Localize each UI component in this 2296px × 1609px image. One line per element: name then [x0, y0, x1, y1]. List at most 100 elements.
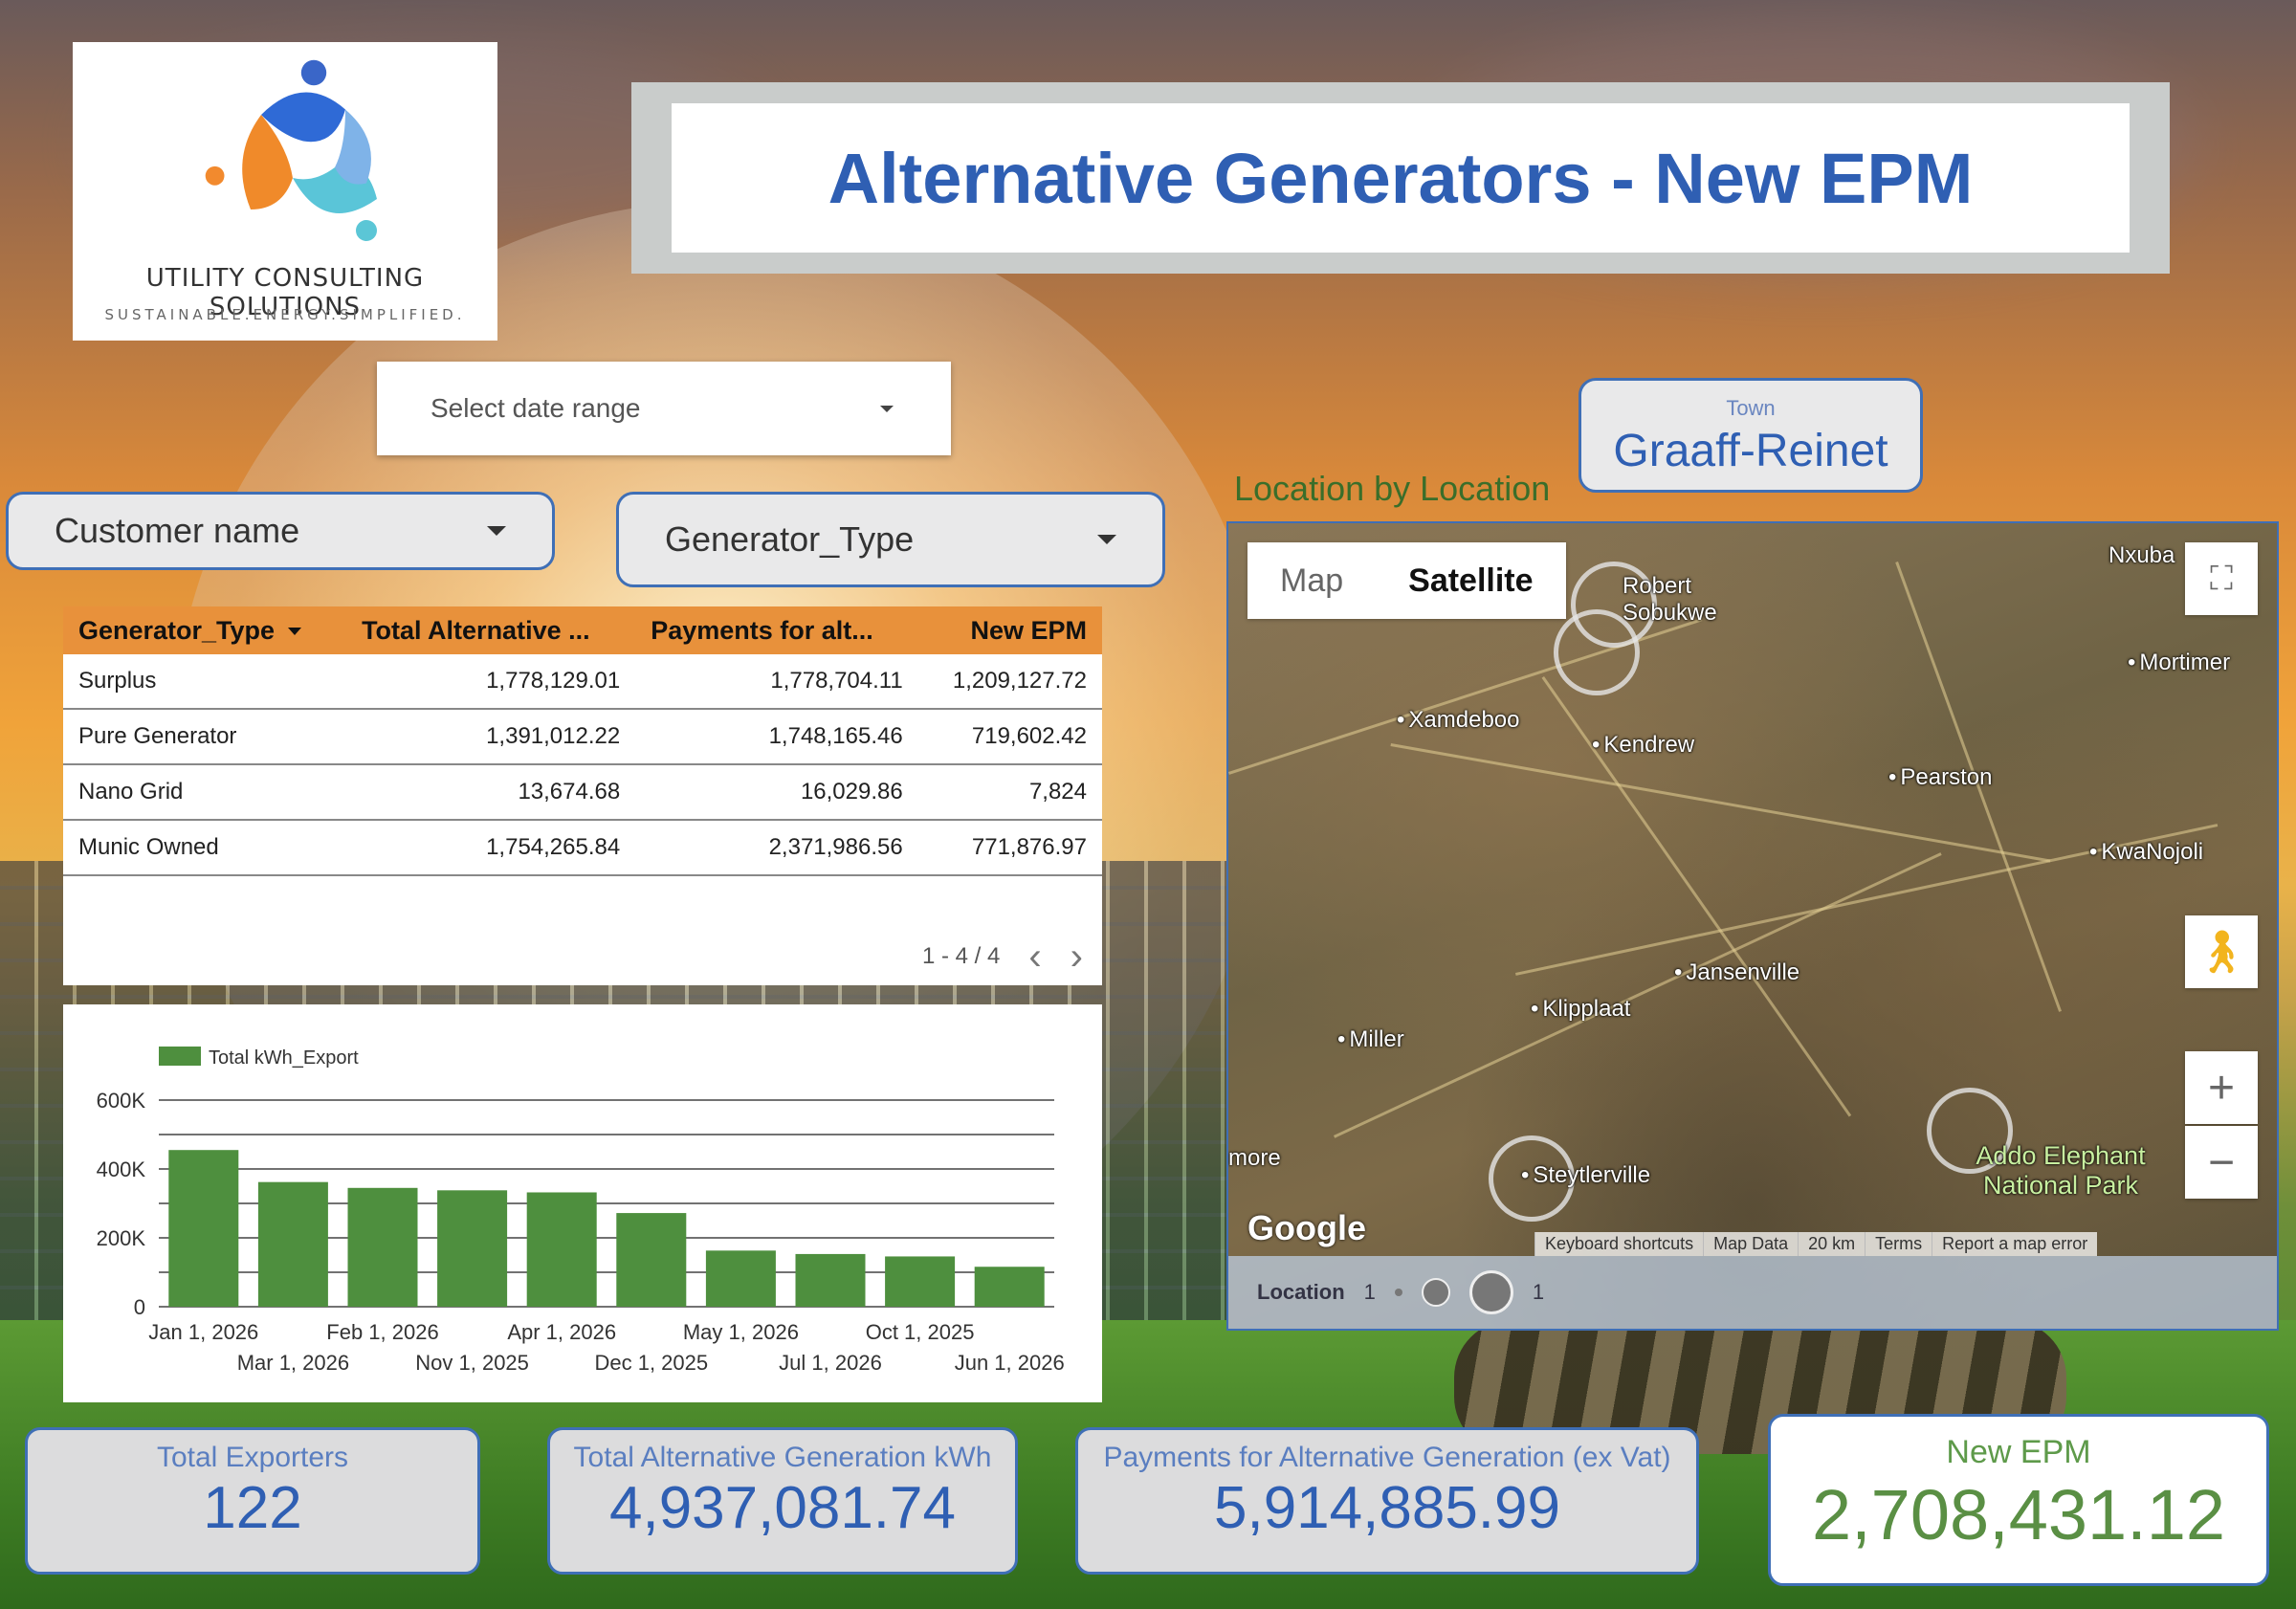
- table-cell: Munic Owned: [63, 820, 347, 876]
- map-title: Location by Location: [1234, 469, 1551, 508]
- customer-name-filter[interactable]: Customer name: [6, 492, 555, 570]
- company-tagline: SUSTAINABLE.ENERGY.SIMPLIFIED.: [104, 306, 466, 323]
- map-mode-button[interactable]: Map: [1247, 542, 1377, 619]
- map-road: [1390, 743, 2051, 863]
- title-frame: Alternative Generators - New EPM: [631, 82, 2170, 274]
- table-cell: 1,391,012.22: [346, 709, 636, 765]
- fullscreen-icon[interactable]: ⛶: [2185, 542, 2258, 615]
- report-map-error-link[interactable]: Report a map error: [1932, 1232, 2097, 1256]
- table-cell: 13,674.68: [346, 764, 636, 821]
- kpi-value: 4,937,081.74: [608, 1475, 956, 1541]
- date-range-label: Select date range: [430, 393, 641, 423]
- legend-large-dot-icon: [1468, 1270, 1513, 1314]
- bar: [616, 1213, 687, 1307]
- column-header-payments[interactable]: Payments for alt...: [635, 606, 918, 654]
- table-cell: Pure Generator: [63, 709, 347, 765]
- x-tick-label: Dec 1, 2025: [594, 1351, 708, 1375]
- map-data-link[interactable]: Map Data: [1703, 1232, 1798, 1256]
- table-cell: 771,876.97: [917, 820, 1102, 876]
- legend-min: 1: [1363, 1280, 1376, 1304]
- bar: [437, 1190, 508, 1307]
- table-cell: 1,748,165.46: [635, 709, 918, 765]
- legend-swatch: [159, 1047, 201, 1066]
- date-range-picker[interactable]: Select date range: [377, 362, 951, 455]
- table-row[interactable]: Pure Generator 1,391,012.22 1,748,165.46…: [63, 709, 1102, 765]
- legend-label: Total kWh_Export: [209, 1047, 359, 1069]
- legend-max: 1: [1532, 1280, 1545, 1304]
- column-header-new-epm[interactable]: New EPM: [918, 606, 1102, 654]
- map-place-label: more: [1228, 1145, 1281, 1171]
- legend-label: Location: [1257, 1280, 1345, 1304]
- table-cell: 16,029.86: [635, 764, 918, 821]
- new-epm-scorecard: New EPM 2,708,431.12: [1768, 1414, 2269, 1586]
- generator-type-table: Generator_Type Total Alternative ... Pay…: [63, 606, 1102, 985]
- chevron-right-icon[interactable]: ›: [1071, 937, 1083, 976]
- table-row[interactable]: Nano Grid 13,674.68 16,029.86 7,824: [63, 764, 1102, 821]
- legend-small-dot-icon: [1394, 1289, 1402, 1296]
- table-row[interactable]: Surplus 1,778,129.01 1,778,704.11 1,209,…: [63, 654, 1102, 710]
- map-place-label: Kendrew: [1592, 732, 1694, 759]
- kwh-export-chart: Total kWh_Export 0 200K 400K 600K Jan 1, 2026…: [63, 1004, 1102, 1402]
- company-logo-card: UTILITY CONSULTING SOLUTIONS SUSTAINABLE…: [73, 42, 497, 341]
- x-tick-label: Jan 1, 2026: [148, 1320, 258, 1344]
- map-place-label: Addo Elephant National Park: [1976, 1141, 2146, 1200]
- table-row[interactable]: Munic Owned 1,754,265.84 2,371,986.56 77…: [63, 820, 1102, 876]
- kpi-value: 2,708,431.12: [1811, 1475, 2226, 1554]
- y-tick-label: 0: [134, 1295, 145, 1319]
- x-tick-label: Jun 1, 2026: [955, 1351, 1065, 1375]
- keyboard-shortcuts-link[interactable]: Keyboard shortcuts: [1534, 1232, 1703, 1256]
- kpi-label: Payments for Alternative Generation (ex …: [1103, 1442, 1671, 1473]
- zoom-in-icon[interactable]: +: [2185, 1051, 2258, 1124]
- table-cell: Nano Grid: [63, 764, 347, 821]
- x-tick-label: Apr 1, 2026: [507, 1320, 616, 1344]
- map-attribution: Keyboard shortcuts Map Data 20 km Terms …: [1534, 1232, 2098, 1256]
- street-view-pegman-icon[interactable]: 🚶︎: [2185, 915, 2258, 988]
- kpi-value: 5,914,885.99: [1213, 1475, 1560, 1541]
- column-header-total-alternative[interactable]: Total Alternative ...: [346, 606, 635, 654]
- map-place-label: Miller: [1337, 1026, 1403, 1053]
- kpi-value: 122: [203, 1475, 302, 1541]
- town-scorecard[interactable]: Town Graaff-Reinet: [1578, 378, 1923, 493]
- legend-medium-dot-icon: [1421, 1278, 1450, 1307]
- map-place-label: Xamdeboo: [1397, 707, 1519, 734]
- zoom-out-icon[interactable]: −: [2185, 1126, 2258, 1199]
- town-value: Graaff-Reinet: [1613, 426, 1888, 476]
- table-cell: 2,371,986.56: [635, 820, 918, 876]
- total-exporters-scorecard: Total Exporters 122: [25, 1427, 480, 1575]
- x-tick-label: Mar 1, 2026: [237, 1351, 349, 1375]
- generator-type-filter[interactable]: Generator_Type: [616, 492, 1165, 587]
- bar: [705, 1250, 776, 1307]
- map-place-label: Nxuba: [2108, 542, 2175, 568]
- pagination-label: 1 - 4 / 4: [921, 943, 1001, 969]
- map-place-label: Mortimer: [2128, 650, 2230, 676]
- chevron-down-icon: [880, 405, 894, 412]
- location-map[interactable]: Map Satellite ⛶ 🚶︎ + − Nxuba Robert Sobu…: [1226, 521, 2279, 1331]
- company-logo-icon: [205, 59, 377, 241]
- bar: [347, 1187, 418, 1307]
- bar: [257, 1181, 328, 1307]
- chevron-left-icon[interactable]: ‹: [1028, 937, 1041, 976]
- bar-chart: Total kWh_Export 0 200K 400K 600K Jan 1, 2026…: [97, 1047, 1065, 1375]
- map-road: [1334, 852, 1942, 1138]
- bar: [168, 1150, 239, 1307]
- sort-desc-icon: [288, 628, 302, 636]
- x-tick-label: Feb 1, 2026: [326, 1320, 438, 1344]
- x-tick-label: May 1, 2026: [683, 1320, 799, 1344]
- map-place-label: Robert Sobukwe: [1623, 573, 1717, 626]
- table-cell: 1,778,704.11: [635, 654, 918, 710]
- table-pagination: 1 - 4 / 4 ‹ ›: [922, 937, 1083, 976]
- bar: [526, 1192, 597, 1307]
- total-generation-scorecard: Total Alternative Generation kWh 4,937,0…: [547, 1427, 1018, 1575]
- table-cell: Surplus: [63, 654, 347, 710]
- bar: [795, 1253, 866, 1307]
- terms-link[interactable]: Terms: [1865, 1232, 1932, 1256]
- kpi-label: Total Alternative Generation kWh: [573, 1442, 992, 1473]
- column-header-generator-type[interactable]: Generator_Type: [63, 606, 346, 654]
- x-tick-label: Jul 1, 2026: [779, 1351, 882, 1375]
- table-cell: 1,754,265.84: [346, 820, 636, 876]
- map-place-label: Jansenville: [1674, 959, 1799, 986]
- satellite-mode-button[interactable]: Satellite: [1376, 542, 1566, 619]
- map-place-label: Klipplaat: [1531, 996, 1630, 1023]
- y-tick-label: 200K: [97, 1226, 146, 1250]
- payments-scorecard: Payments for Alternative Generation (ex …: [1075, 1427, 1699, 1575]
